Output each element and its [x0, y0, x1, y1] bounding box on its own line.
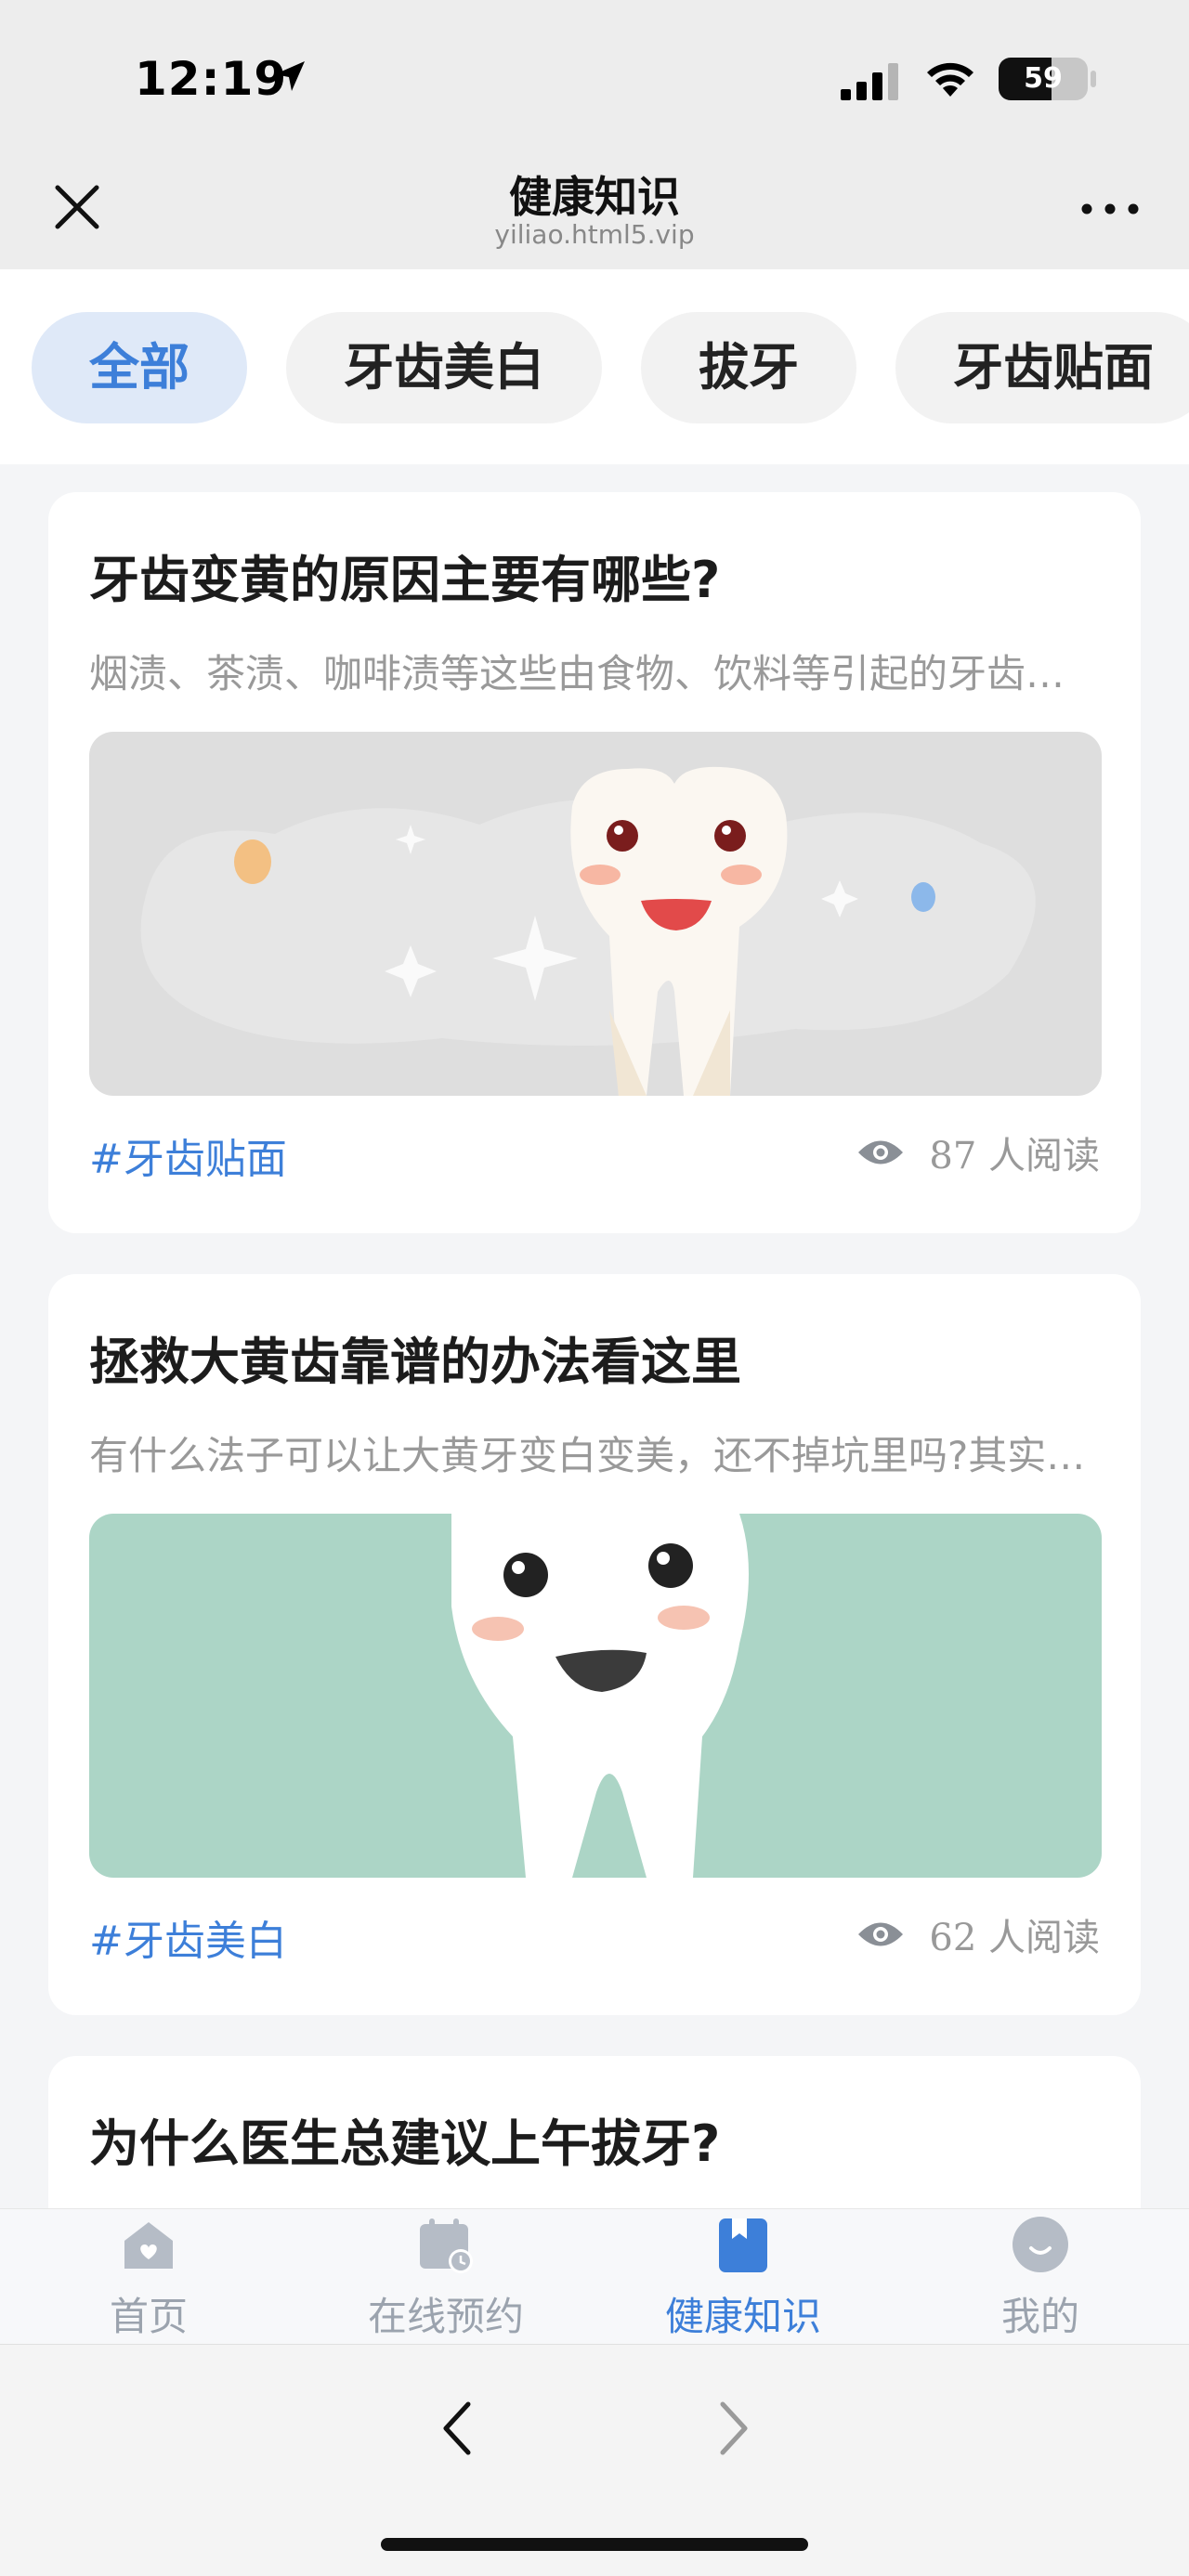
- article-image[interactable]: [89, 1514, 1102, 1878]
- article-excerpt: 有什么法子可以让大黄牙变白变美，还不掉坑里吗?其实方法有很多: [89, 1433, 1102, 1478]
- page-title: 健康知识: [509, 172, 680, 222]
- tabbar-label: 首页: [109, 2294, 188, 2339]
- tabbar-label: 在线预约: [367, 2294, 524, 2339]
- tooth-illustration-icon: [89, 1514, 1102, 1878]
- tabbar-label: 健康知识: [664, 2294, 821, 2339]
- app-header: 12:19 59 健康知识 yiliao.html5.vip: [0, 0, 1189, 269]
- home-indicator[interactable]: [381, 2538, 808, 2551]
- article-views: 62 人阅读: [856, 1907, 1100, 1961]
- more-options-icon[interactable]: [1078, 190, 1143, 228]
- tabbar-item-home[interactable]: 首页: [0, 2209, 297, 2345]
- home-icon: [124, 2222, 173, 2269]
- article-tag[interactable]: #牙齿美白: [89, 1907, 287, 1967]
- back-arrow-icon[interactable]: [429, 2391, 485, 2465]
- article-views-count: 62 人阅读: [929, 1917, 1100, 1959]
- battery-percent: 59: [1024, 62, 1063, 95]
- category-tabs: 全部 牙齿美白 拔牙 牙齿贴面: [0, 269, 1189, 464]
- article-card[interactable]: 牙齿变黄的原因主要有哪些? 烟渍、茶渍、咖啡渍等这些由食物、饮料等引起的牙齿表面…: [48, 492, 1141, 1233]
- article-title[interactable]: 拯救大黄齿靠谱的办法看这里: [89, 1321, 741, 1394]
- tooth-illustration-icon: [89, 732, 1102, 1096]
- battery-icon: 59: [999, 58, 1088, 100]
- forward-arrow-icon[interactable]: [706, 2391, 762, 2465]
- battery-tip: [1091, 71, 1096, 87]
- status-bar: 12:19 59: [0, 48, 1189, 113]
- wifi-icon: [927, 62, 973, 97]
- cellular-signal-icon: [841, 63, 898, 100]
- status-time: 12:19: [135, 52, 288, 106]
- article-views-count: 87 人阅读: [929, 1135, 1100, 1177]
- book-icon: [719, 2218, 767, 2272]
- bottom-tab-bar: 首页 在线预约 健康知识 我的: [0, 2208, 1189, 2344]
- tab-all[interactable]: 全部: [32, 312, 247, 423]
- tabbar-item-health-knowledge[interactable]: 健康知识: [594, 2209, 892, 2345]
- location-arrow-icon: [275, 61, 305, 91]
- article-image[interactable]: [89, 732, 1102, 1096]
- close-icon[interactable]: [46, 176, 108, 238]
- article-title[interactable]: 为什么医生总建议上午拔牙?: [89, 2102, 720, 2176]
- eye-icon: [858, 1922, 904, 1946]
- tab-teeth-whitening[interactable]: 牙齿美白: [286, 312, 602, 423]
- eye-icon: [858, 1140, 904, 1164]
- tabbar-item-booking[interactable]: 在线预约: [297, 2209, 594, 2345]
- article-excerpt: 烟渍、茶渍、咖啡渍等这些由食物、饮料等引起的牙齿表面着色: [89, 651, 1102, 696]
- tabbar-label: 我的: [1000, 2294, 1079, 2339]
- tab-veneers[interactable]: 牙齿贴面: [895, 312, 1189, 423]
- tab-tooth-extraction[interactable]: 拔牙: [641, 312, 856, 423]
- browser-toolbar: [0, 2344, 1189, 2576]
- tabbar-item-mine[interactable]: 我的: [892, 2209, 1189, 2345]
- article-card[interactable]: 拯救大黄齿靠谱的办法看这里 有什么法子可以让大黄牙变白变美，还不掉坑里吗?其实方…: [48, 1274, 1141, 2015]
- calendar-icon: [420, 2218, 473, 2273]
- article-tag[interactable]: #牙齿贴面: [89, 1125, 287, 1185]
- profile-icon: [1013, 2217, 1068, 2272]
- page-url: yiliao.html5.vip: [494, 219, 695, 250]
- article-views: 87 人阅读: [856, 1125, 1100, 1179]
- article-title[interactable]: 牙齿变黄的原因主要有哪些?: [89, 539, 720, 612]
